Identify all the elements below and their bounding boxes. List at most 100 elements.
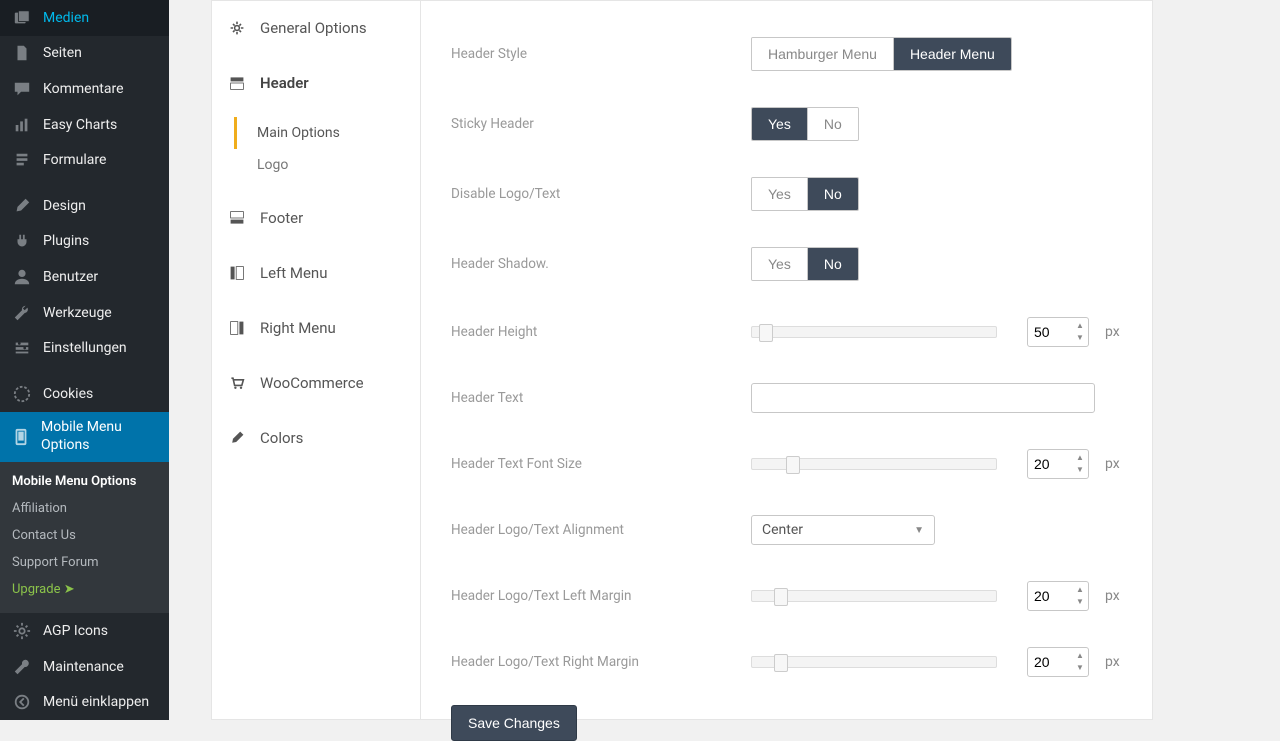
wp-submenu-support-forum[interactable]: Support Forum	[0, 549, 169, 576]
disable-logo-no[interactable]: No	[807, 178, 858, 210]
settings-nav: General Options Header Main Options Logo…	[211, 0, 421, 720]
wp-menu-cookies[interactable]: Cookies	[0, 376, 169, 412]
right-margin-value[interactable]	[1028, 654, 1068, 670]
settings-nav-right-menu[interactable]: Right Menu	[212, 301, 420, 356]
header-style-hamburger[interactable]: Hamburger Menu	[752, 38, 893, 70]
wp-menu-label: Cookies	[43, 386, 93, 402]
label-header-text: Header Text	[451, 390, 751, 406]
wp-submenu-upgrade[interactable]: Upgrade ➤	[0, 576, 169, 603]
font-size-input[interactable]: ▲▼	[1027, 449, 1089, 479]
settings-panel: Header Style Hamburger Menu Header Menu …	[421, 0, 1153, 720]
wp-menu-formulare[interactable]: Formulare	[0, 143, 169, 179]
row-right-margin: Header Logo/Text Right Margin ▲▼ px	[451, 629, 1132, 695]
spin-up-icon[interactable]: ▲	[1074, 452, 1086, 464]
header-height-slider[interactable]	[751, 326, 997, 338]
font-size-value[interactable]	[1028, 456, 1068, 472]
wp-menu-maintenance[interactable]: Maintenance	[0, 649, 169, 685]
disable-logo-yes[interactable]: Yes	[752, 178, 807, 210]
wp-submenu-mobile-menu-options[interactable]: Mobile Menu Options	[0, 468, 169, 495]
wp-menu-label: Formulare	[43, 152, 106, 168]
row-disable-logo: Disable Logo/Text Yes No	[451, 159, 1132, 229]
settings-nav-logo[interactable]: Logo	[234, 149, 420, 181]
sticky-header-toggle: Yes No	[751, 107, 859, 141]
left-margin-value[interactable]	[1028, 588, 1068, 604]
wp-menu-seiten[interactable]: Seiten	[0, 36, 169, 72]
spin-down-icon[interactable]: ▼	[1074, 332, 1086, 344]
right-margin-slider[interactable]	[751, 656, 997, 668]
right-margin-input[interactable]: ▲▼	[1027, 647, 1089, 677]
left-margin-slider[interactable]	[751, 590, 997, 602]
left-icon	[228, 264, 246, 282]
wp-menu-agp-icons[interactable]: AGP Icons	[0, 613, 169, 649]
wrench-icon	[12, 657, 32, 677]
header-height-value[interactable]	[1028, 324, 1068, 340]
sticky-header-no[interactable]: No	[807, 108, 858, 140]
wp-menu-plugins[interactable]: Plugins	[0, 224, 169, 260]
wp-submenu-affiliation[interactable]: Affiliation	[0, 495, 169, 522]
comment-icon	[12, 79, 32, 99]
wp-menu-collapse[interactable]: Menü einklappen	[0, 684, 169, 720]
wp-menu-label: Design	[43, 198, 86, 214]
brush-icon	[228, 429, 246, 447]
settings-nav-label: Header	[260, 74, 309, 92]
wp-submenu-contact-us[interactable]: Contact Us	[0, 522, 169, 549]
wp-menu-werkzeuge[interactable]: Werkzeuge	[0, 295, 169, 331]
wp-menu-label: Seiten	[43, 45, 82, 61]
wp-admin-sidebar: Medien Seiten Kommentare Easy Charts For…	[0, 0, 169, 720]
settings-nav-label: Footer	[260, 209, 303, 227]
unit: px	[1105, 654, 1120, 670]
settings-nav-general[interactable]: General Options	[212, 1, 420, 56]
settings-icon	[12, 338, 32, 358]
font-size-slider[interactable]	[751, 458, 997, 470]
wp-menu-easycharts[interactable]: Easy Charts	[0, 107, 169, 143]
spin-down-icon[interactable]: ▼	[1074, 464, 1086, 476]
save-button[interactable]: Save Changes	[451, 705, 577, 741]
settings-nav-header[interactable]: Header	[212, 56, 420, 111]
brush-icon	[12, 196, 32, 216]
wp-menu-design[interactable]: Design	[0, 188, 169, 224]
cart-icon	[228, 374, 246, 392]
wp-menu-label: Kommentare	[43, 81, 124, 97]
row-header-height: Header Height ▲▼ px	[451, 299, 1132, 365]
alignment-select[interactable]: Center ▼	[751, 515, 935, 545]
settings-nav-woocommerce[interactable]: WooCommerce	[212, 356, 420, 411]
header-icon	[228, 74, 246, 92]
left-margin-input[interactable]: ▲▼	[1027, 581, 1089, 611]
row-header-style: Header Style Hamburger Menu Header Menu	[451, 19, 1132, 89]
wp-menu-einstellungen[interactable]: Einstellungen	[0, 331, 169, 367]
spin-up-icon[interactable]: ▲	[1074, 320, 1086, 332]
spin-up-icon[interactable]: ▲	[1074, 650, 1086, 662]
header-style-headermenu[interactable]: Header Menu	[893, 38, 1011, 70]
label-header-style: Header Style	[451, 46, 751, 62]
label-sticky-header: Sticky Header	[451, 116, 751, 132]
spin-up-icon[interactable]: ▲	[1074, 584, 1086, 596]
wp-menu-label: Menü einklappen	[43, 694, 149, 710]
sticky-header-yes[interactable]: Yes	[752, 108, 807, 140]
spin-down-icon[interactable]: ▼	[1074, 596, 1086, 608]
chevron-down-icon: ▼	[914, 525, 924, 536]
label-right-margin: Header Logo/Text Right Margin	[451, 654, 751, 670]
wp-menu-label: Werkzeuge	[43, 305, 112, 321]
wp-menu-medien[interactable]: Medien	[0, 0, 169, 36]
label-alignment: Header Logo/Text Alignment	[451, 522, 751, 538]
header-height-input[interactable]: ▲▼	[1027, 317, 1089, 347]
label-left-margin: Header Logo/Text Left Margin	[451, 588, 751, 604]
gear-icon	[12, 621, 32, 641]
wp-menu-label: Easy Charts	[43, 117, 117, 133]
settings-nav-footer[interactable]: Footer	[212, 191, 420, 246]
settings-nav-colors[interactable]: Colors	[212, 411, 420, 466]
header-text-input[interactable]	[751, 383, 1095, 413]
settings-nav-main-options[interactable]: Main Options	[234, 117, 420, 149]
wp-menu-benutzer[interactable]: Benutzer	[0, 259, 169, 295]
spin-down-icon[interactable]: ▼	[1074, 662, 1086, 674]
header-shadow-no[interactable]: No	[807, 248, 858, 280]
wp-menu-label: Plugins	[43, 233, 89, 249]
settings-nav-left-menu[interactable]: Left Menu	[212, 246, 420, 301]
wp-menu-kommentare[interactable]: Kommentare	[0, 71, 169, 107]
header-style-toggle: Hamburger Menu Header Menu	[751, 37, 1012, 71]
unit: px	[1105, 324, 1120, 340]
wp-menu-mobile-menu-options[interactable]: Mobile Menu Options	[0, 412, 169, 462]
settings-nav-label: WooCommerce	[260, 374, 364, 392]
row-left-margin: Header Logo/Text Left Margin ▲▼ px	[451, 563, 1132, 629]
header-shadow-yes[interactable]: Yes	[752, 248, 807, 280]
